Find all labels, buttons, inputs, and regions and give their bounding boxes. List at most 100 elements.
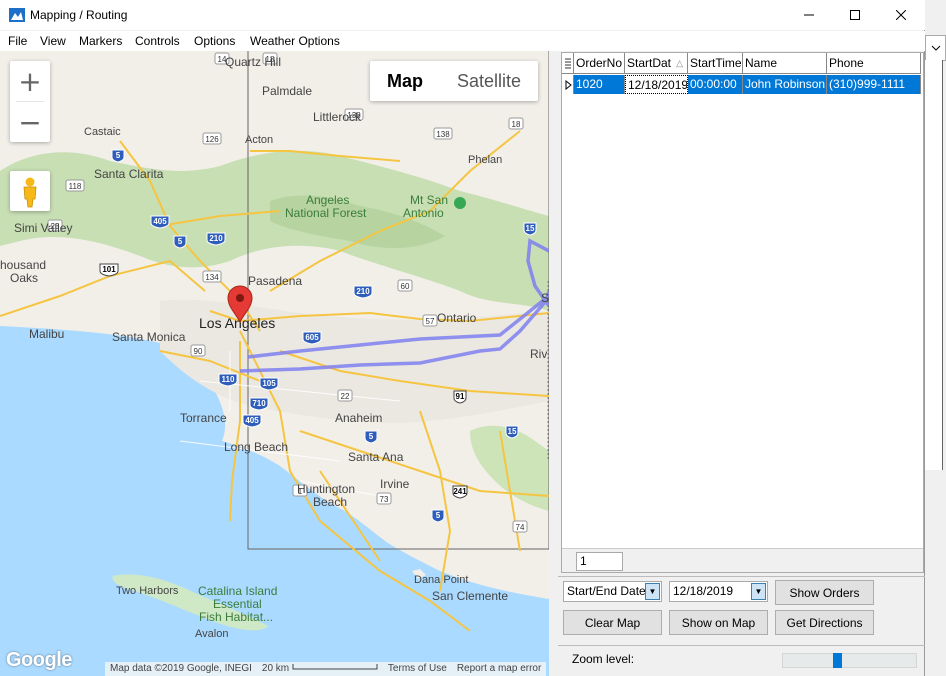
map-canvas[interactable]: 5 405 5 210 101 210 605 110 105 710 405 … bbox=[0, 51, 549, 676]
svg-text:73: 73 bbox=[380, 495, 389, 504]
svg-text:Palmdale: Palmdale bbox=[262, 84, 312, 98]
svg-text:Fish Habitat...: Fish Habitat... bbox=[199, 610, 273, 624]
map-view[interactable]: 5 405 5 210 101 210 605 110 105 710 405 … bbox=[0, 51, 549, 676]
map-attribution: Map data ©2019 Google, INEGI 20 km Terms… bbox=[105, 662, 547, 676]
zoom-level-slider[interactable] bbox=[782, 653, 917, 668]
zoom-out-button[interactable]: − bbox=[10, 102, 50, 142]
svg-text:Malibu: Malibu bbox=[29, 327, 64, 341]
divider bbox=[558, 645, 925, 646]
page-number-field[interactable]: 1 bbox=[576, 552, 623, 571]
cell-name[interactable]: John Robinson bbox=[743, 75, 827, 94]
close-button[interactable] bbox=[878, 0, 924, 30]
cell-startdate[interactable]: 12/18/2019 bbox=[625, 75, 688, 94]
menu-file[interactable]: File bbox=[8, 34, 27, 48]
cell-orderno[interactable]: 1020 bbox=[574, 75, 625, 94]
chevron-down-icon bbox=[931, 45, 941, 51]
current-row-arrow-icon bbox=[565, 79, 572, 90]
chevron-down-icon: ▼ bbox=[645, 583, 660, 600]
sort-ascending-icon: △ bbox=[676, 58, 683, 68]
map-type-control: Map Satellite bbox=[370, 61, 539, 101]
svg-text:Littlerock: Littlerock bbox=[313, 110, 362, 124]
park-icon bbox=[454, 197, 466, 209]
shield-405b: 405 bbox=[245, 416, 259, 425]
svg-text:National Forest: National Forest bbox=[285, 206, 367, 220]
svg-text:22: 22 bbox=[341, 392, 350, 401]
map-data-text: Map data ©2019 Google, INEGI bbox=[110, 663, 252, 674]
date-mode-select[interactable]: Start/End Date ▼ bbox=[563, 581, 662, 602]
calendar-dropdown-icon: ▼ bbox=[751, 583, 766, 600]
svg-text:Quartz Hill: Quartz Hill bbox=[225, 55, 281, 69]
zoom-control: + − bbox=[10, 61, 50, 142]
date-picker[interactable]: 12/18/2019 ▼ bbox=[669, 581, 768, 602]
svg-text:118: 118 bbox=[69, 182, 82, 191]
close-icon bbox=[896, 10, 906, 20]
clear-map-button[interactable]: Clear Map bbox=[563, 610, 662, 635]
shield-101: 101 bbox=[102, 265, 116, 274]
svg-text:90: 90 bbox=[194, 347, 203, 356]
svg-text:Simi Valley: Simi Valley bbox=[14, 221, 72, 235]
svg-text:Riv: Riv bbox=[530, 347, 547, 361]
shield-210b: 210 bbox=[356, 287, 370, 296]
svg-text:Oaks: Oaks bbox=[10, 271, 38, 285]
svg-text:Essential: Essential bbox=[213, 597, 262, 611]
map-type-satellite-button[interactable]: Satellite bbox=[440, 61, 538, 101]
column-header-orderno[interactable]: OrderNo bbox=[574, 53, 625, 74]
column-header-startdate[interactable]: StartDat △ bbox=[625, 53, 688, 74]
terms-link[interactable]: Terms of Use bbox=[383, 662, 452, 676]
app-window: Mapping / Routing File View Markers Cont… bbox=[0, 0, 925, 676]
column-header-phone[interactable]: Phone bbox=[827, 53, 921, 74]
svg-text:housand: housand bbox=[0, 258, 46, 272]
svg-text:Angeles: Angeles bbox=[306, 193, 349, 207]
zoom-level-label: Zoom level: bbox=[572, 652, 635, 666]
grid-footer: 1 bbox=[562, 548, 923, 572]
svg-text:Avalon: Avalon bbox=[195, 628, 228, 640]
orders-grid[interactable]: OrderNo StartDat △ StartTime Name Phone … bbox=[561, 52, 924, 573]
show-orders-button[interactable]: Show Orders bbox=[775, 580, 874, 605]
cell-phone[interactable]: (310)999-1111 bbox=[827, 75, 921, 94]
window-title: Mapping / Routing bbox=[30, 8, 128, 22]
column-header-starttime[interactable]: StartTime bbox=[688, 53, 743, 74]
svg-text:Torrance: Torrance bbox=[180, 411, 227, 425]
svg-text:18: 18 bbox=[512, 120, 521, 129]
panel-splitter[interactable] bbox=[549, 51, 558, 676]
map-type-map-button[interactable]: Map bbox=[370, 61, 440, 101]
menu-markers[interactable]: Markers bbox=[79, 34, 122, 48]
shield-210a: 210 bbox=[209, 234, 223, 243]
menu-weather-options[interactable]: Weather Options bbox=[250, 34, 340, 48]
svg-text:Santa Monica: Santa Monica bbox=[112, 330, 186, 344]
menu-controls[interactable]: Controls bbox=[135, 34, 180, 48]
zoom-in-button[interactable]: + bbox=[10, 61, 50, 101]
maximize-button[interactable] bbox=[832, 0, 878, 30]
grid-corner[interactable] bbox=[562, 53, 574, 74]
svg-text:Pasadena: Pasadena bbox=[248, 274, 302, 288]
report-error-link[interactable]: Report a map error bbox=[452, 662, 546, 676]
shield-605: 605 bbox=[305, 333, 319, 342]
menu-options[interactable]: Options bbox=[194, 34, 235, 48]
show-on-map-button[interactable]: Show on Map bbox=[669, 610, 768, 635]
row-indicator[interactable] bbox=[562, 75, 574, 94]
svg-text:S: S bbox=[541, 291, 549, 305]
cell-starttime[interactable]: 00:00:00 bbox=[688, 75, 743, 94]
shield-5a: 5 bbox=[116, 151, 121, 160]
street-view-pegman[interactable] bbox=[10, 171, 50, 211]
table-row[interactable]: 1020 12/18/2019 00:00:00 John Robinson (… bbox=[562, 75, 921, 94]
row-menu-icon bbox=[565, 58, 571, 69]
map-scale: 20 km bbox=[257, 662, 383, 676]
background-window bbox=[925, 0, 946, 676]
divider bbox=[558, 576, 925, 577]
background-dropdown[interactable] bbox=[925, 35, 946, 61]
minimize-button[interactable] bbox=[786, 0, 832, 30]
column-header-name[interactable]: Name bbox=[743, 53, 827, 74]
get-directions-button[interactable]: Get Directions bbox=[775, 610, 874, 635]
google-logo: Google bbox=[6, 649, 72, 671]
svg-text:74: 74 bbox=[516, 523, 525, 532]
svg-text:Dana Point: Dana Point bbox=[414, 574, 468, 586]
minimize-icon bbox=[804, 14, 814, 16]
svg-text:Castaic: Castaic bbox=[84, 126, 121, 138]
menu-bar: File View Markers Controls Options Weath… bbox=[0, 31, 925, 51]
menu-view[interactable]: View bbox=[40, 34, 66, 48]
shield-15b: 15 bbox=[508, 427, 517, 436]
slider-thumb[interactable] bbox=[833, 653, 842, 668]
svg-text:Santa Clarita: Santa Clarita bbox=[94, 167, 164, 181]
title-bar: Mapping / Routing bbox=[0, 0, 925, 30]
